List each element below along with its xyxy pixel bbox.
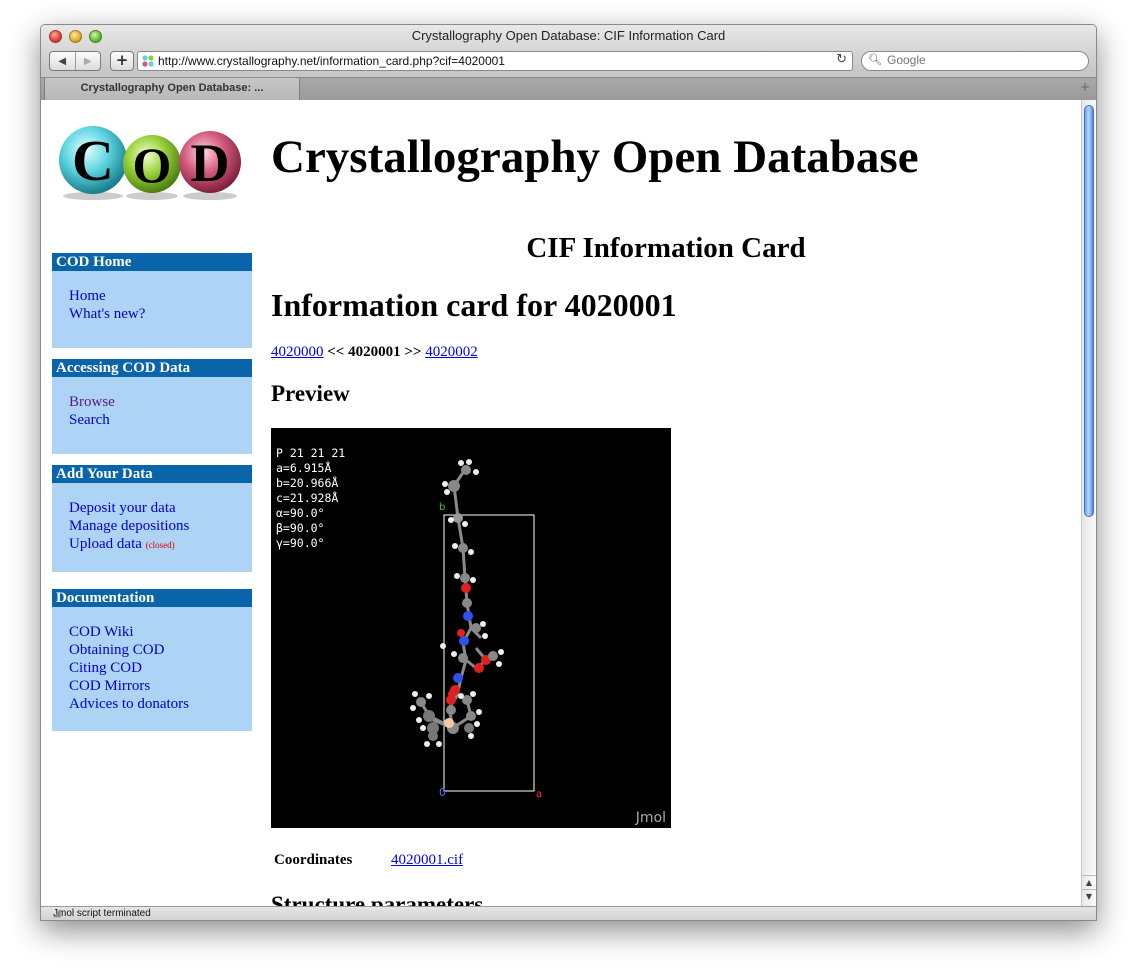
preview-heading: Preview <box>271 381 350 406</box>
axis-b-label: b <box>439 502 445 513</box>
svg-text:D: D <box>191 133 230 193</box>
resize-grip-icon[interactable]: ◢ <box>53 908 1093 920</box>
sidebar-section-title: COD Home <box>52 253 252 271</box>
jmol-viewer[interactable]: b 0 a P 21 21 21 a=6.915Å b=20.966Å c=21… <box>271 428 671 828</box>
coordinates-row: Coordinates 4020001.cif <box>274 852 463 869</box>
current-entry: 4020001 <box>348 344 401 360</box>
sidebar-item-upload-data[interactable]: Upload data (closed) <box>69 535 252 554</box>
sidebar-item-advices-donators[interactable]: Advices to donators <box>69 695 252 713</box>
sidebar-section-title: Documentation <box>52 589 252 607</box>
sidebar-item-home[interactable]: Home <box>69 287 252 305</box>
history-nav: ◀ ▶ <box>49 51 101 71</box>
coordinates-label: Coordinates <box>274 852 353 868</box>
svg-text:O: O <box>133 137 172 193</box>
vertical-scrollbar[interactable]: ▲ ▼ <box>1081 100 1096 906</box>
address-bar[interactable]: http://www.crystallography.net/informati… <box>137 51 853 71</box>
sidebar-section-documentation: Documentation COD Wiki Obtaining COD Cit… <box>52 589 252 731</box>
sidebar-section-cod-home: COD Home Home What's new? <box>52 253 252 348</box>
axis-origin-label: 0 <box>439 786 446 799</box>
cell-c: c=21.928Å <box>276 491 339 505</box>
entry-navigation: 4020000 << 4020001 >> 4020002 <box>271 344 478 361</box>
sidebar-section-title: Add Your Data <box>52 465 252 483</box>
tab-strip: Crystallography Open Database: ... + <box>41 77 1096 100</box>
site-title: Crystallography Open Database <box>271 131 919 183</box>
cell-gamma: γ=90.0° <box>276 536 325 550</box>
sidebar-item-deposit[interactable]: Deposit your data <box>69 499 252 517</box>
structure-parameters-heading: Structure parameters <box>271 892 484 906</box>
sidebar-item-search[interactable]: Search <box>69 411 252 429</box>
sidebar-item-cod-wiki[interactable]: COD Wiki <box>69 623 252 641</box>
window-title: Crystallography Open Database: CIF Infor… <box>411 28 726 43</box>
closed-note: (closed) <box>145 540 175 550</box>
scroll-down-icon[interactable]: ▼ <box>1082 889 1096 904</box>
sidebar-item-obtaining-cod[interactable]: Obtaining COD <box>69 641 252 659</box>
new-tab-icon[interactable]: + <box>1080 80 1090 94</box>
sidebar-item-citing-cod[interactable]: Citing COD <box>69 659 252 677</box>
back-arrow-icon[interactable]: ◀ <box>50 52 75 70</box>
scroll-up-icon[interactable]: ▲ <box>1082 875 1096 890</box>
cell-a: a=6.915Å <box>276 461 332 475</box>
prev-separator: << <box>327 344 345 360</box>
site-favicon-icon <box>142 55 154 67</box>
sidebar-item-manage-depositions[interactable]: Manage depositions <box>69 517 252 535</box>
sidebar-item-whats-new[interactable]: What's new? <box>69 305 252 323</box>
sidebar-section-title: Accessing COD Data <box>52 359 252 377</box>
page-content: C O D Crystallography Open Database COD … <box>41 100 1082 906</box>
page-heading: Information card for 4020001 <box>271 287 677 323</box>
cod-logo[interactable]: C O D <box>55 122 245 202</box>
sidebar-item-cod-mirrors[interactable]: COD Mirrors <box>69 677 252 695</box>
reload-icon[interactable]: ↻ <box>836 52 847 67</box>
upload-data-label: Upload data <box>69 536 142 552</box>
sidebar-item-browse[interactable]: Browse <box>69 393 252 411</box>
sidebar-section-accessing-data: Accessing COD Data Browse Search <box>52 359 252 454</box>
cell-parameters: P 21 21 21 a=6.915Å b=20.966Å c=21.928Å … <box>276 446 345 551</box>
search-input[interactable] <box>887 53 1077 67</box>
scrollbar-thumb[interactable] <box>1084 105 1094 517</box>
browser-window: Crystallography Open Database: CIF Infor… <box>40 24 1097 921</box>
sidebar-section-add-data: Add Your Data Deposit your data Manage d… <box>52 465 252 572</box>
next-separator: >> <box>404 344 422 360</box>
add-bookmark-button[interactable]: + <box>110 51 134 71</box>
card-title: CIF Information Card <box>526 232 806 264</box>
prev-entry-link[interactable]: 4020000 <box>271 344 324 360</box>
cell-beta: β=90.0° <box>276 521 325 535</box>
tab-cod-info-card[interactable]: Crystallography Open Database: ... <box>44 78 300 100</box>
search-box[interactable]: 🔍︎ <box>861 51 1089 71</box>
cell-alpha: α=90.0° <box>276 506 325 520</box>
cif-file-link[interactable]: 4020001.cif <box>391 852 463 868</box>
next-entry-link[interactable]: 4020002 <box>425 344 478 360</box>
search-icon: 🔍︎ <box>868 53 882 66</box>
title-bar: Crystallography Open Database: CIF Infor… <box>41 25 1096 100</box>
status-bar: Jmol script terminated ◢ <box>41 906 1096 920</box>
jmol-brand: Jmol <box>635 810 666 826</box>
url-text: http://www.crystallography.net/informati… <box>158 54 505 68</box>
space-group: P 21 21 21 <box>276 446 346 460</box>
svg-text:C: C <box>72 128 114 193</box>
cell-b: b=20.966Å <box>276 476 339 490</box>
forward-arrow-icon[interactable]: ▶ <box>74 52 101 70</box>
axis-a-label: a <box>536 789 542 800</box>
